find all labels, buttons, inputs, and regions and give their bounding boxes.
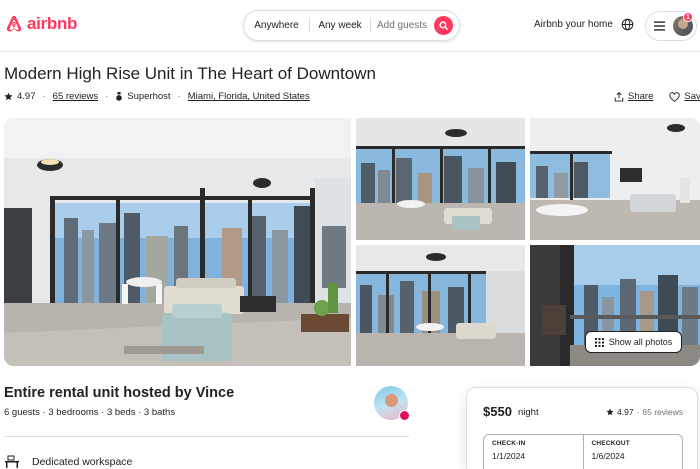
search-when[interactable]: Any week (310, 18, 371, 33)
photo-2[interactable] (356, 118, 525, 240)
share-icon (614, 91, 624, 102)
photo-4[interactable] (356, 245, 525, 366)
search-where[interactable]: Anywhere (244, 18, 310, 33)
language-button[interactable] (621, 18, 634, 36)
airbnb-your-home-link[interactable]: Airbnb your home (534, 19, 613, 30)
separator-dot: · (177, 91, 181, 102)
photo-gallery (4, 118, 700, 366)
notification-badge: 1 (683, 12, 693, 22)
price-unit: night (518, 407, 539, 418)
checkout-field[interactable]: CHECKOUT 1/6/2024 (582, 435, 683, 469)
desk-icon (5, 455, 19, 468)
nightly-price: $550 (483, 404, 512, 419)
checkout-value: 1/6/2024 (591, 451, 625, 461)
heart-icon (669, 91, 680, 102)
checkout-label: CHECKOUT (591, 440, 630, 447)
search-icon (439, 21, 448, 30)
checkin-label: CHECK-IN (492, 440, 526, 447)
top-nav: airbnb Anywhere Any week Add guests Airb… (0, 0, 700, 52)
save-label: Save (684, 91, 700, 102)
show-all-photos-button[interactable]: Show all photos (585, 331, 682, 353)
hamburger-menu-icon (654, 21, 665, 31)
star-icon (606, 408, 614, 416)
feature-workspace: Dedicated workspace (4, 455, 132, 469)
separator-dot: · (636, 407, 640, 417)
checkin-field[interactable]: CHECK-IN 1/1/2024 (484, 435, 583, 469)
search-bar[interactable]: Anywhere Any week Add guests (243, 10, 460, 41)
airbnb-logo[interactable]: airbnb (4, 13, 77, 35)
superhost-medal-icon (116, 91, 123, 101)
listing-meta: 4.97 · 65 reviews · Superhost · Miami, F… (4, 91, 310, 102)
search-button[interactable] (434, 16, 453, 35)
grid-icon (594, 337, 604, 347)
share-label: Share (628, 91, 654, 102)
booking-rating-value: 4.97 (617, 407, 634, 417)
feature-label: Dedicated workspace (32, 456, 133, 468)
section-divider (4, 436, 409, 437)
airbnb-logo-icon (6, 15, 22, 32)
superhost-label: Superhost (127, 91, 171, 102)
star-icon (4, 92, 13, 101)
date-picker[interactable]: CHECK-IN 1/1/2024 CHECKOUT 1/6/2024 (483, 434, 683, 469)
booking-reviews-link[interactable]: 65 reviews (642, 407, 683, 417)
superhost-badge (399, 410, 410, 421)
globe-icon (621, 18, 634, 31)
reviews-link[interactable]: 65 reviews (53, 91, 98, 102)
listing-details: 6 guests · 3 bedrooms · 3 beds · 3 baths (4, 407, 176, 418)
photo-main[interactable] (4, 118, 351, 366)
booking-card: $550 night 4.97 · 65 reviews CHECK-IN 1/… (466, 387, 698, 469)
checkin-value: 1/1/2024 (492, 451, 526, 461)
logo-text: airbnb (27, 14, 78, 33)
show-all-photos-label: Show all photos (608, 337, 673, 347)
listing-actions: Share Save (614, 91, 700, 102)
search-guests[interactable]: Add guests (371, 18, 433, 33)
share-button[interactable]: Share (614, 91, 653, 102)
save-button[interactable]: Save (669, 91, 700, 102)
separator-dot: · (105, 91, 109, 102)
booking-rating: 4.97 · 65 reviews (606, 407, 683, 417)
host-heading: Entire rental unit hosted by Vince (4, 385, 235, 401)
profile-menu-button[interactable]: 1 (645, 11, 697, 41)
separator-dot: · (42, 91, 46, 102)
listing-title: Modern High Rise Unit in The Heart of Do… (4, 64, 376, 83)
photo-3[interactable] (530, 118, 700, 240)
location-link[interactable]: Miami, Florida, United States (188, 91, 310, 102)
rating-value: 4.97 (17, 91, 36, 102)
